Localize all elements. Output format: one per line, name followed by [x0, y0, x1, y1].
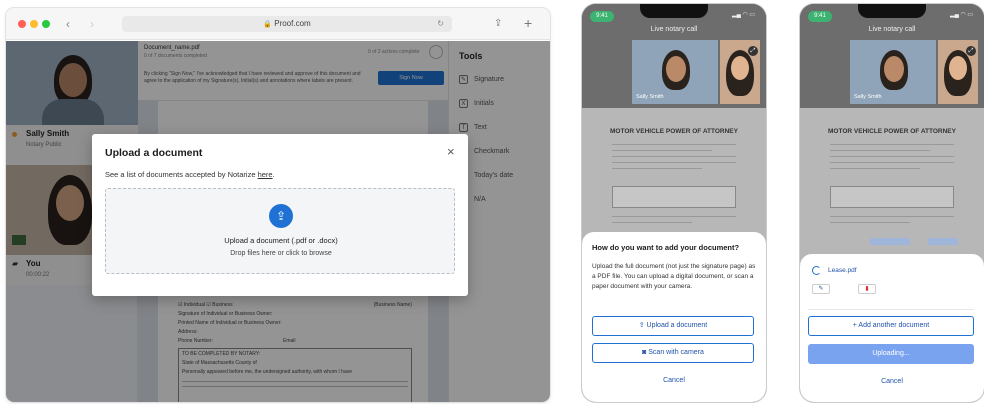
- upload-title: Upload a document (.pdf or .docx): [224, 236, 338, 245]
- reload-icon[interactable]: ↻: [437, 16, 444, 32]
- user-face: [949, 56, 967, 80]
- expand-icon[interactable]: ⤢: [748, 46, 758, 56]
- upload-document-button[interactable]: ⇪ Upload a document: [592, 316, 754, 336]
- call-title: Live notary call: [868, 26, 916, 33]
- document-title: MOTOR VEHICLE POWER OF ATTORNEY: [828, 128, 956, 135]
- add-document-sheet: How do you want to add your document? Up…: [582, 232, 766, 402]
- divider: [808, 309, 974, 310]
- upload-icon: ⇪: [269, 204, 293, 228]
- accepted-docs-link[interactable]: here: [258, 170, 273, 179]
- forward-arrow-icon[interactable]: ›: [90, 16, 94, 32]
- file-name: Lease.pdf: [828, 267, 857, 274]
- share-icon[interactable]: ⇪: [494, 16, 502, 32]
- upload-label: Upload a document: [646, 322, 708, 329]
- status-time: 9:41: [808, 11, 832, 22]
- minimize-window-icon[interactable]: [30, 20, 38, 28]
- status-icons: ▂▄ ◠ ▭: [950, 12, 974, 18]
- document-list-sheet: Lease.pdf ✎ ▮ + Add another document Upl…: [800, 254, 984, 402]
- upload-modal: Upload a document × See a list of docume…: [92, 134, 468, 296]
- phone-screen: 9:41 ▂▄ ◠ ▭ Live notary call Sally Smith…: [582, 4, 766, 402]
- cancel-button[interactable]: Cancel: [800, 378, 984, 385]
- upload-subtitle: Drop files here or click to browse: [230, 250, 332, 257]
- call-title: Live notary call: [650, 26, 698, 33]
- delete-icon[interactable]: ▮: [858, 284, 876, 294]
- close-window-icon[interactable]: [18, 20, 26, 28]
- status-icons: ▂▄ ◠ ▭: [732, 12, 756, 18]
- notary-face: [884, 56, 904, 82]
- notary-name: Sally Smith: [854, 94, 882, 100]
- document-preview: MOTOR VEHICLE POWER OF ATTORNEY: [582, 108, 766, 248]
- phone-upload-options: 9:41 ▂▄ ◠ ▭ Live notary call Sally Smith…: [582, 4, 766, 402]
- subtitle-text: See a list of documents accepted by Nota…: [105, 170, 258, 179]
- phone-uploading: 9:41 ▂▄ ◠ ▭ Live notary call Sally Smith…: [800, 4, 984, 402]
- phone-screen: 9:41 ▂▄ ◠ ▭ Live notary call Sally Smith…: [800, 4, 984, 402]
- cancel-button[interactable]: Cancel: [582, 377, 766, 384]
- url-text: Proof.com: [274, 19, 311, 28]
- document-preview: MOTOR VEHICLE POWER OF ATTORNEY: [800, 108, 984, 264]
- vehicle-table: [612, 186, 736, 208]
- lock-icon: 🔒: [263, 21, 272, 28]
- add-label: Add another document: [858, 322, 930, 329]
- notary-face: [666, 56, 686, 82]
- notary-name: Sally Smith: [636, 94, 664, 100]
- sheet-title: How do you want to add your document?: [592, 243, 740, 252]
- modal-subtitle: See a list of documents accepted by Nota…: [105, 170, 275, 179]
- back-arrow-icon[interactable]: ‹: [66, 16, 70, 32]
- modal-title: Upload a document: [105, 147, 203, 159]
- status-time: 9:41: [590, 11, 614, 22]
- user-face: [731, 56, 749, 80]
- phone-notch: [858, 4, 926, 18]
- document-title: MOTOR VEHICLE POWER OF ATTORNEY: [610, 128, 738, 135]
- sheet-body: Upload the full document (not just the s…: [592, 263, 756, 290]
- maximize-window-icon[interactable]: [42, 20, 50, 28]
- phone-notch: [640, 4, 708, 18]
- loading-spinner-icon: [812, 266, 821, 275]
- browser-toolbar: ‹ › 🔒 Proof.com ↻ ⇪ +: [6, 8, 550, 40]
- address-bar[interactable]: 🔒 Proof.com ↻: [122, 16, 452, 32]
- notary-video: Sally Smith: [632, 40, 718, 104]
- add-document-button[interactable]: + Add another document: [808, 316, 974, 336]
- signature-field[interactable]: [870, 238, 910, 245]
- new-tab-icon[interactable]: +: [524, 14, 532, 32]
- uploading-button[interactable]: Uploading...: [808, 344, 974, 364]
- file-dropzone[interactable]: ⇪ Upload a document (.pdf or .docx) Drop…: [105, 188, 455, 274]
- subtitle-end: .: [272, 170, 275, 179]
- expand-icon[interactable]: ⤢: [966, 46, 976, 56]
- notary-video: Sally Smith: [850, 40, 936, 104]
- scan-label: Scan with camera: [648, 349, 704, 356]
- browser-window: ‹ › 🔒 Proof.com ↻ ⇪ + Sally Smith Notary…: [6, 8, 550, 402]
- edit-icon[interactable]: ✎: [812, 284, 830, 294]
- close-icon[interactable]: ×: [447, 144, 455, 159]
- scan-camera-button[interactable]: ◙ Scan with camera: [592, 343, 754, 363]
- date-field[interactable]: [928, 238, 958, 245]
- vehicle-table: [830, 186, 954, 208]
- upload-icon: ⇪: [638, 322, 647, 329]
